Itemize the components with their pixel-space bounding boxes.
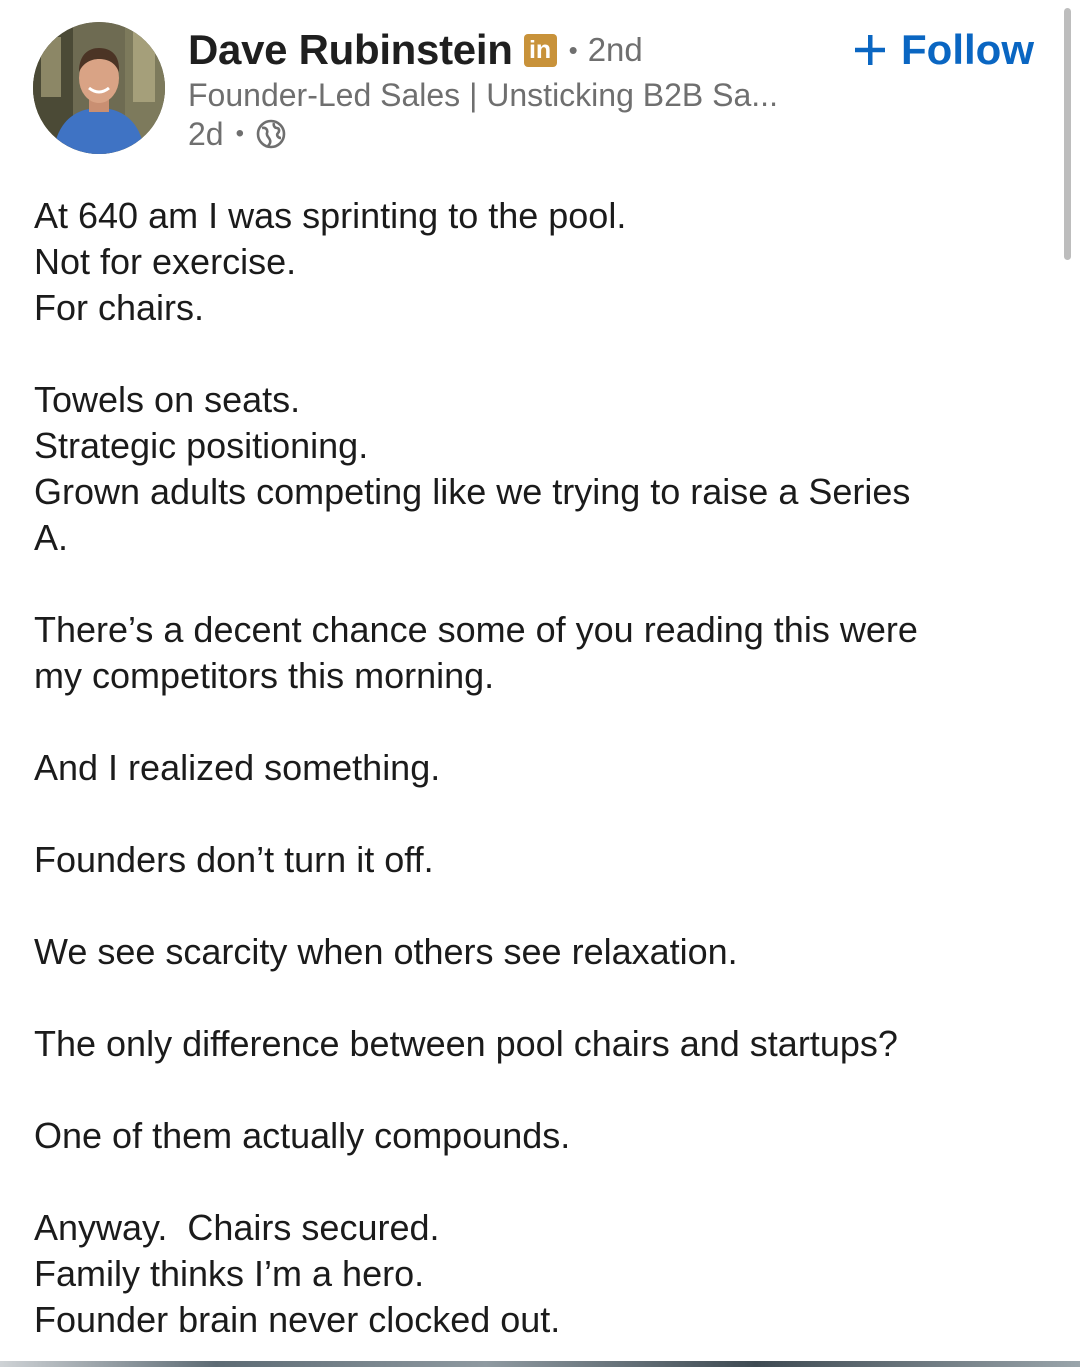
post-line: Founder brain never clocked out. [34, 1299, 561, 1340]
avatar[interactable] [33, 22, 165, 154]
post-line: Towels on seats. [34, 379, 301, 420]
author-name-row: Dave Rubinstein in • 2nd [188, 24, 643, 76]
post-line: A. [34, 517, 69, 558]
globe-icon [256, 119, 286, 149]
post-line: Grown adults competing like we trying to… [34, 471, 911, 512]
separator-dot: • [235, 120, 244, 147]
post-line: And I realized something. [34, 747, 441, 788]
post-time: 2d [188, 115, 224, 152]
post-line: The only difference between pool chairs … [34, 1023, 898, 1064]
post-line: There’s a decent chance some of you read… [34, 609, 918, 650]
post-line: Anyway. Chairs secured. [34, 1207, 440, 1248]
author-name[interactable]: Dave Rubinstein [188, 26, 513, 74]
author-headline[interactable]: Founder-Led Sales | Unsticking B2B Sa... [188, 76, 778, 114]
separator-dot: • [568, 34, 578, 65]
post-line: At 640 am I was sprinting to the pool. [34, 195, 627, 236]
post-line: Family thinks I’m a hero. [34, 1253, 425, 1294]
plus-icon [853, 33, 887, 67]
post-body: At 640 am I was sprinting to the pool. N… [34, 193, 1034, 1343]
post-line: Founders don’t turn it off. [34, 839, 434, 880]
connection-degree: 2nd [587, 31, 643, 68]
post-line: my competitors this morning. [34, 655, 495, 696]
scrollbar[interactable] [1064, 8, 1071, 260]
post-line: Not for exercise. [34, 241, 297, 282]
post-line: Strategic positioning. [34, 425, 369, 466]
follow-button[interactable]: Follow [853, 24, 1034, 76]
next-post-image-edge [0, 1361, 1080, 1367]
follow-label: Follow [901, 26, 1034, 73]
post-meta: 2d • [188, 115, 286, 153]
post-line: We see scarcity when others see relaxati… [34, 931, 738, 972]
post-line: For chairs. [34, 287, 205, 328]
post-line: One of them actually compounds. [34, 1115, 571, 1156]
linkedin-premium-icon: in [523, 33, 557, 67]
